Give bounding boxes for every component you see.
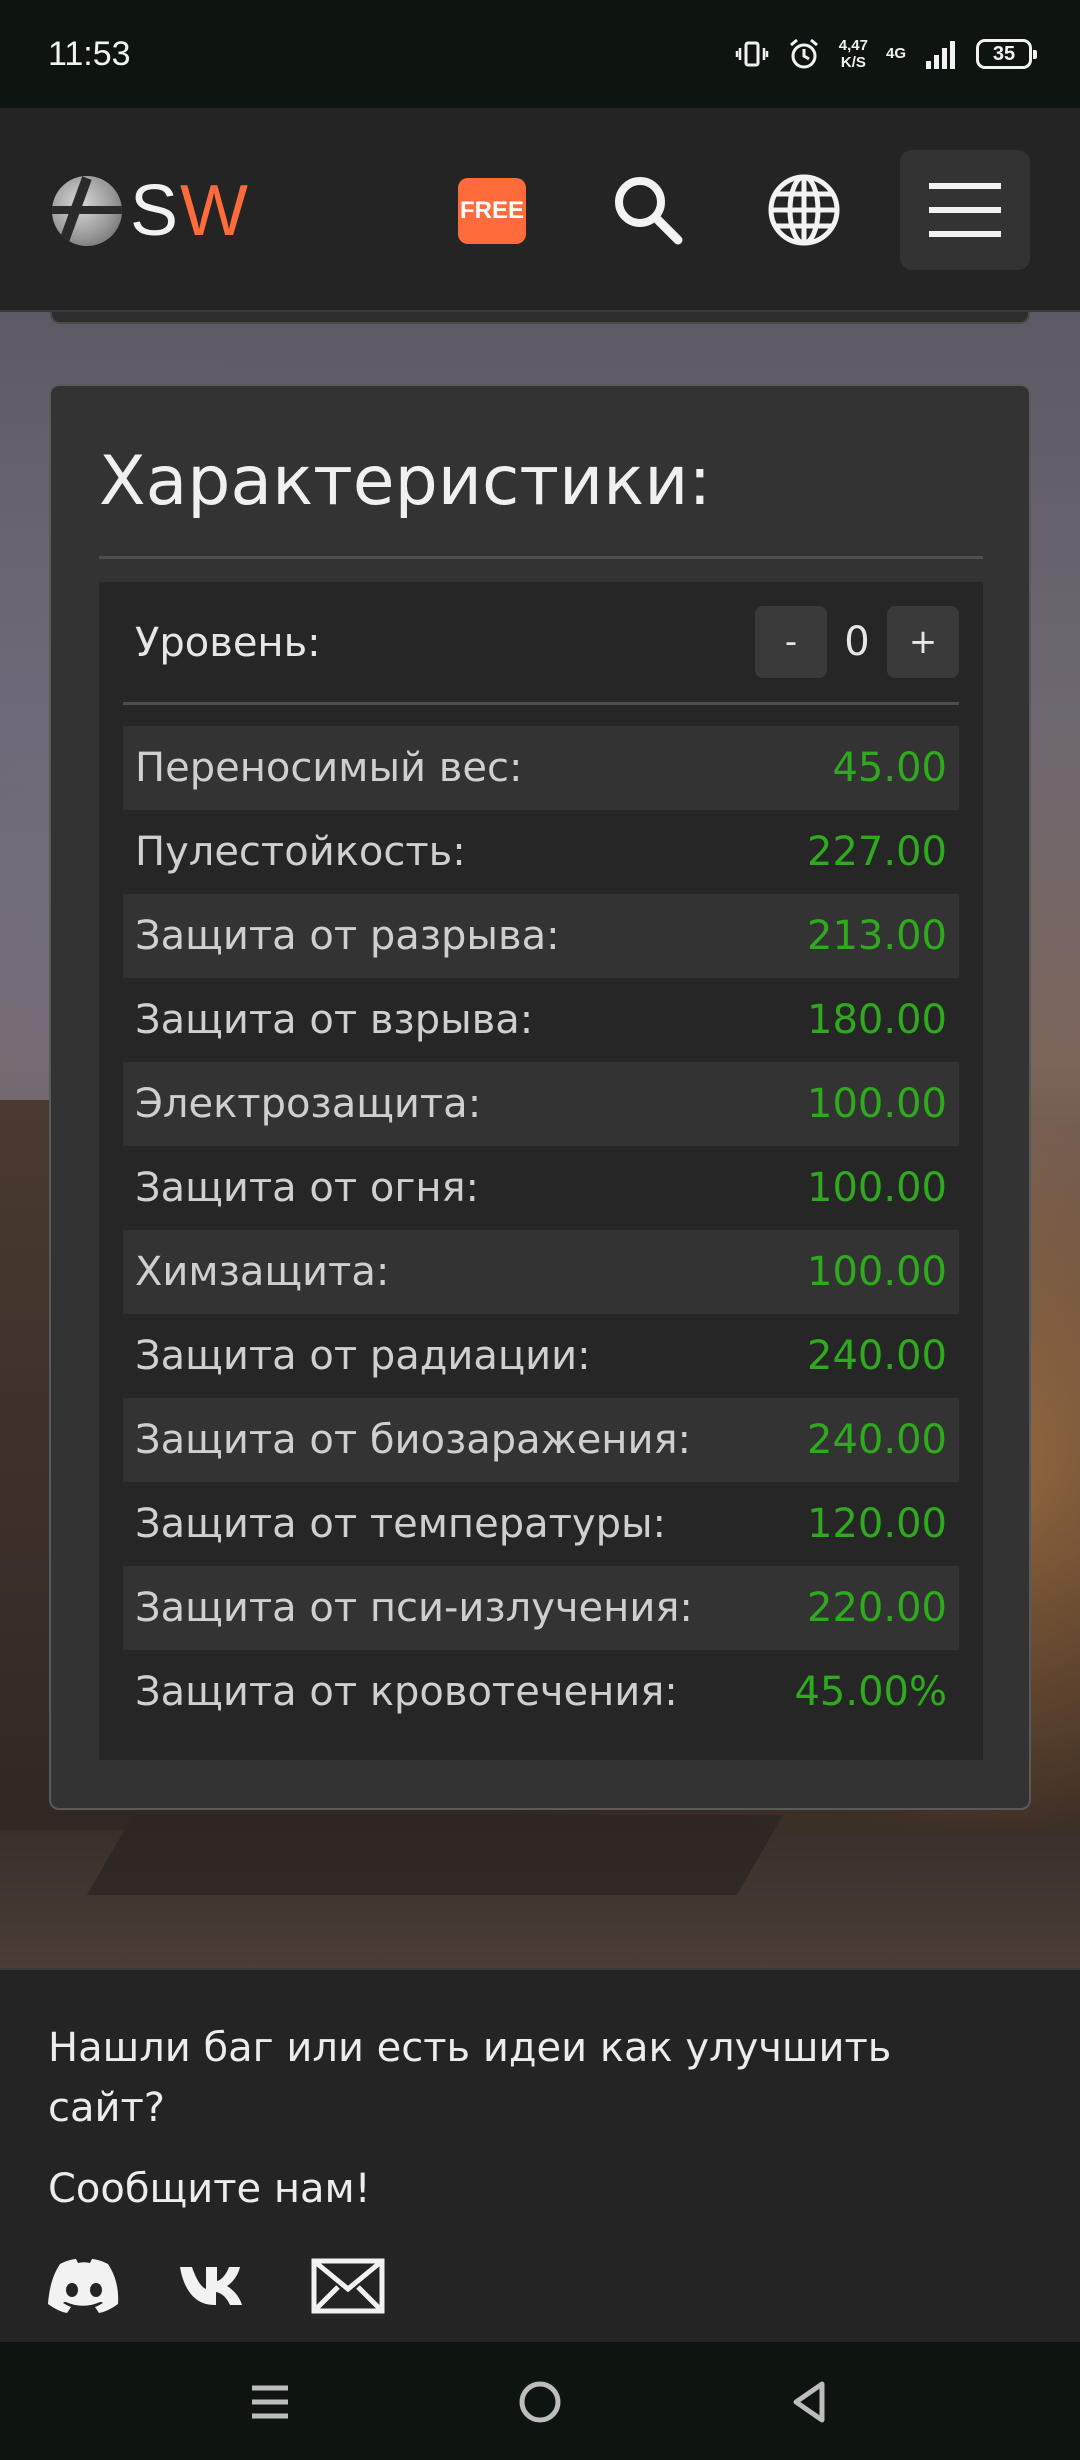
mail-icon bbox=[311, 2258, 385, 2314]
level-increase-button[interactable]: + bbox=[887, 606, 959, 678]
alarm-icon bbox=[787, 37, 821, 71]
stat-row: Защита от огня: 100.00 bbox=[123, 1146, 959, 1230]
stat-label: Защита от радиации: bbox=[135, 1333, 591, 1379]
level-value: 0 bbox=[844, 619, 870, 665]
characteristics-card: Характеристики: Уровень: - 0 + Переносим… bbox=[49, 384, 1031, 1810]
stat-row: Защита от температуры: 120.00 bbox=[123, 1482, 959, 1566]
hamburger-menu-icon bbox=[929, 183, 1001, 237]
logo-letter-w: W bbox=[180, 171, 250, 251]
stat-value: 220.00 bbox=[807, 1585, 947, 1631]
stat-row: Пулестойкость: 227.00 bbox=[123, 810, 959, 894]
discord-link[interactable] bbox=[46, 2256, 122, 2316]
stat-value: 120.00 bbox=[807, 1501, 947, 1547]
speed-unit: K/S bbox=[840, 54, 866, 71]
vk-icon bbox=[180, 2267, 242, 2305]
stat-value: 45.00% bbox=[794, 1669, 947, 1715]
stats-list: Переносимый вес: 45.00 Пулестойкость: 227.… bbox=[123, 726, 959, 1734]
vk-link[interactable] bbox=[178, 2256, 254, 2316]
mail-link[interactable] bbox=[310, 2256, 386, 2316]
level-row: Уровень: - 0 + bbox=[123, 606, 959, 680]
level-decrease-button[interactable]: - bbox=[755, 606, 827, 678]
menu-button[interactable] bbox=[900, 150, 1030, 270]
stat-label: Защита от пси-излучения: bbox=[135, 1585, 693, 1631]
divider bbox=[123, 702, 959, 705]
logo-globe-icon bbox=[52, 176, 122, 246]
home-icon bbox=[519, 2381, 561, 2423]
previous-card-edge bbox=[50, 312, 1030, 324]
stat-value: 213.00 bbox=[807, 913, 947, 959]
back-button[interactable] bbox=[780, 2372, 840, 2432]
level-label: Уровень: bbox=[135, 620, 321, 666]
stat-row: Защита от пси-излучения: 220.00 bbox=[123, 1566, 959, 1650]
network-speed: 4,47 K/S bbox=[839, 37, 868, 71]
stat-value: 180.00 bbox=[807, 997, 947, 1043]
stat-label: Защита от температуры: bbox=[135, 1501, 667, 1547]
site-footer: Нашли баг или есть идеи как улучшить сай… bbox=[0, 1968, 1080, 2342]
feedback-question: Нашли баг или есть идеи как улучшить сай… bbox=[48, 2025, 892, 2131]
globe-icon bbox=[768, 174, 840, 246]
stat-label: Защита от кровотечения: bbox=[135, 1669, 678, 1715]
card-title: Характеристики: bbox=[99, 442, 712, 521]
free-badge[interactable]: FREE bbox=[458, 178, 526, 244]
search-button[interactable] bbox=[608, 170, 688, 250]
stat-row: Защита от биозаражения: 240.00 bbox=[123, 1398, 959, 1482]
search-icon bbox=[615, 177, 683, 245]
stat-value: 240.00 bbox=[807, 1333, 947, 1379]
discord-icon bbox=[48, 2259, 119, 2313]
back-icon bbox=[793, 2381, 825, 2423]
stat-row: Электрозащита: 100.00 bbox=[123, 1062, 959, 1146]
stat-value: 227.00 bbox=[807, 829, 947, 875]
stat-label: Защита от биозаражения: bbox=[135, 1417, 691, 1463]
recent-apps-icon bbox=[252, 2385, 288, 2419]
stat-value: 100.00 bbox=[807, 1165, 947, 1211]
background-structure bbox=[86, 1815, 784, 1895]
divider bbox=[99, 556, 983, 559]
stat-row: Переносимый вес: 45.00 bbox=[123, 726, 959, 810]
battery-level: 35 bbox=[992, 42, 1016, 65]
stat-value: 100.00 bbox=[807, 1081, 947, 1127]
stat-row: Химзащита: 100.00 bbox=[123, 1230, 959, 1314]
system-nav-bar bbox=[0, 2342, 1080, 2460]
logo-text: SW bbox=[130, 175, 250, 247]
stat-label: Защита от взрыва: bbox=[135, 997, 534, 1043]
stat-label: Переносимый вес: bbox=[135, 745, 523, 791]
feedback-cta: Сообщите нам! bbox=[48, 2166, 371, 2212]
status-icons: 4,47 K/S 4G 35 bbox=[735, 37, 1037, 71]
language-button[interactable] bbox=[764, 170, 844, 250]
status-time: 11:53 bbox=[48, 34, 131, 73]
network-type: 4G bbox=[886, 46, 906, 62]
stat-value: 240.00 bbox=[807, 1417, 947, 1463]
battery-icon: 35 bbox=[976, 39, 1037, 69]
site-logo[interactable]: SW bbox=[52, 175, 250, 247]
stat-row: Защита от взрыва: 180.00 bbox=[123, 978, 959, 1062]
stat-label: Химзащита: bbox=[135, 1249, 390, 1295]
vibrate-icon bbox=[735, 37, 769, 71]
characteristics-panel: Уровень: - 0 + Переносимый вес: 45.00 Пул… bbox=[99, 582, 983, 1760]
stat-value: 100.00 bbox=[807, 1249, 947, 1295]
home-button[interactable] bbox=[510, 2372, 570, 2432]
stat-row: Защита от разрыва: 213.00 bbox=[123, 894, 959, 978]
stat-label: Электрозащита: bbox=[135, 1081, 482, 1127]
stat-value: 45.00 bbox=[832, 745, 947, 791]
background-ruins bbox=[0, 1100, 50, 1900]
stat-label: Защита от огня: bbox=[135, 1165, 480, 1211]
stat-row: Защита от кровотечения: 45.00% bbox=[123, 1650, 959, 1734]
signal-icon bbox=[924, 37, 958, 71]
speed-value: 4,47 bbox=[838, 37, 868, 54]
recent-apps-button[interactable] bbox=[240, 2372, 300, 2432]
stat-label: Защита от разрыва: bbox=[135, 913, 560, 959]
stat-row: Защита от радиации: 240.00 bbox=[123, 1314, 959, 1398]
status-bar: 11:53 4,47 K/S 4G 35 bbox=[0, 0, 1080, 108]
stat-label: Пулестойкость: bbox=[135, 829, 466, 875]
network-label: 4G bbox=[885, 45, 906, 62]
site-header: SW FREE bbox=[0, 108, 1080, 312]
logo-letter-s: S bbox=[130, 171, 181, 251]
